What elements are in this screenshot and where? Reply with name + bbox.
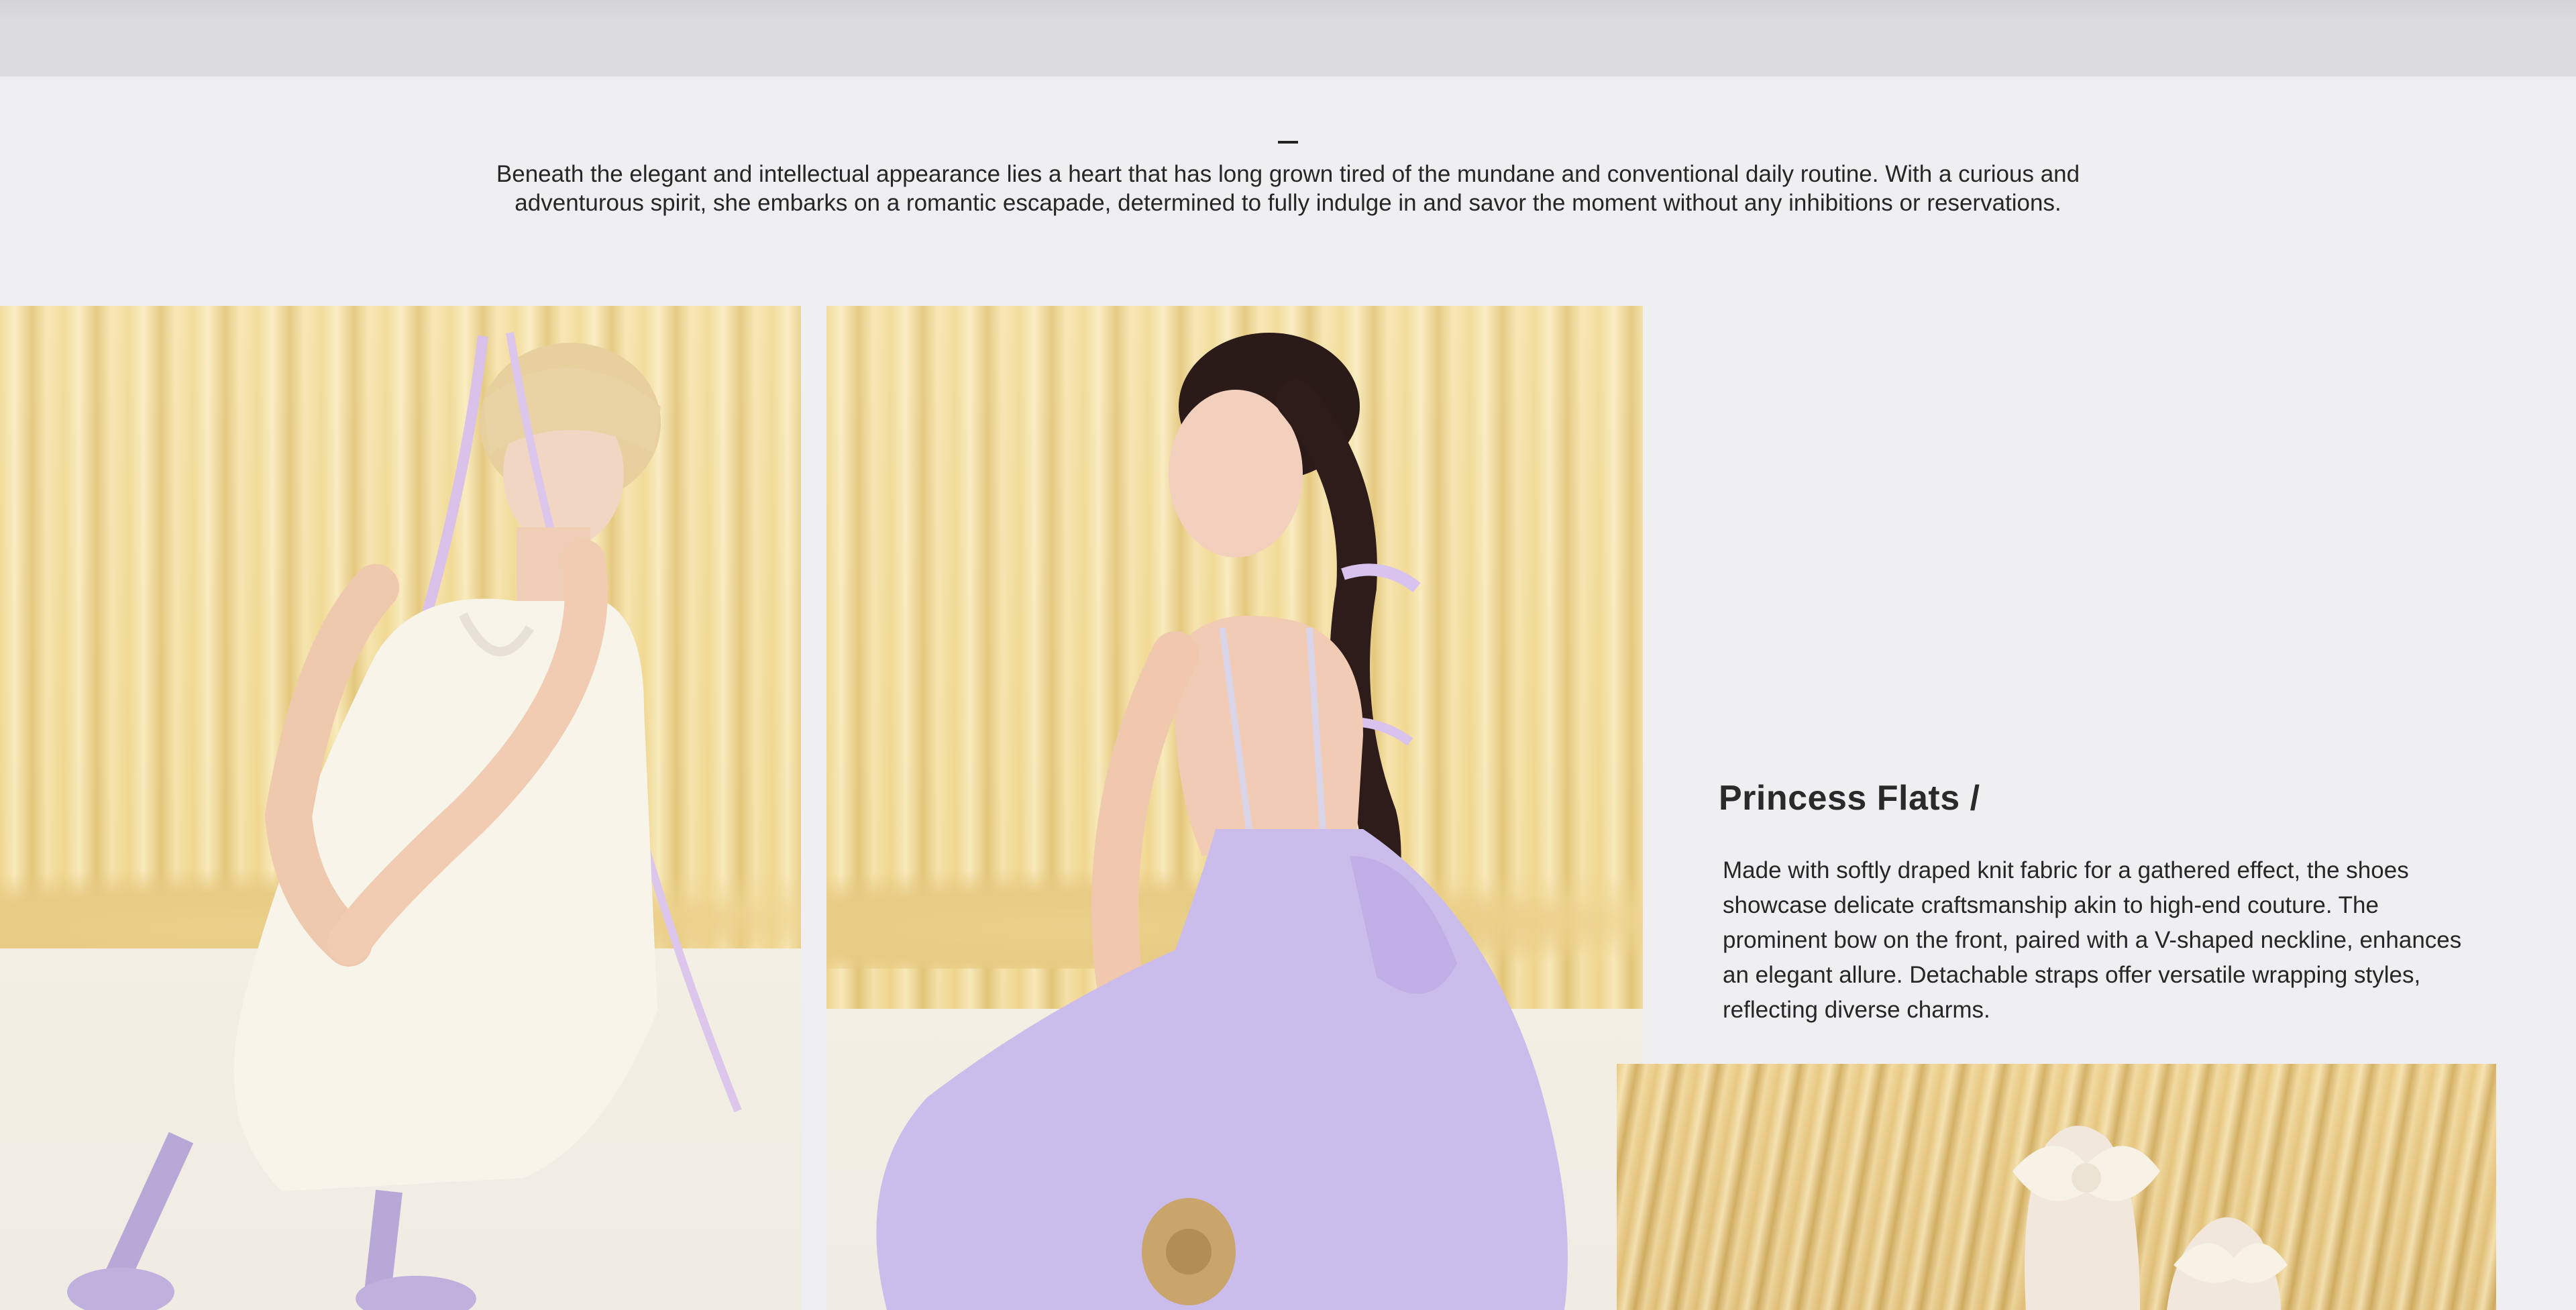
top-bar [0, 0, 2576, 76]
product-description: Made with softly draped knit fabric for … [1723, 857, 2462, 1023]
intro-section: Beneath the elegant and intellectual app… [0, 141, 2576, 217]
intro-dash [1278, 141, 1298, 144]
model-lilac-dress-photo [826, 306, 1643, 1310]
shoes-closeup-photo [1617, 1064, 2496, 1310]
model-white-dress-photo [0, 306, 801, 1310]
product-title: Princess Flats / [1719, 779, 1980, 818]
intro-text: Beneath the elegant and intellectual app… [496, 161, 2080, 216]
